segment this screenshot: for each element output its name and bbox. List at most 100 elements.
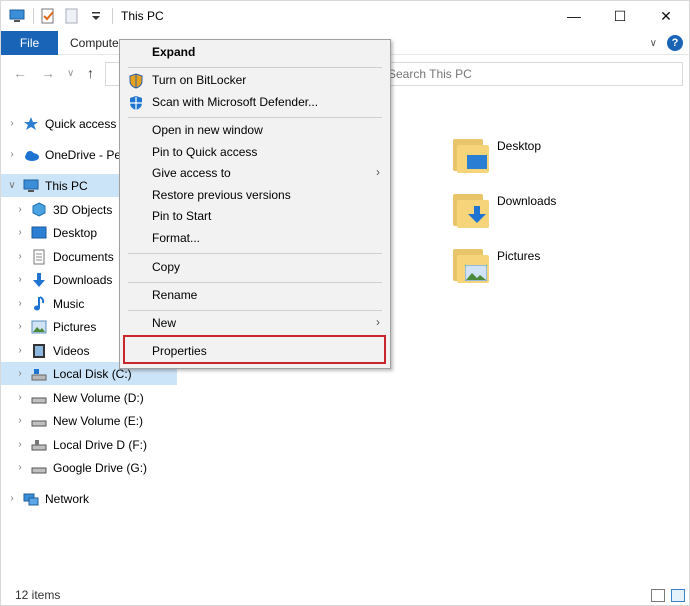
menu-item-label: Rename (152, 288, 198, 302)
menu-item-label: Pin to Quick access (152, 145, 258, 159)
nav-item-label: Desktop (53, 225, 98, 240)
chevron-right-icon[interactable]: › (15, 321, 25, 332)
nav-item-new-volume-d[interactable]: › New Volume (D:) (1, 386, 177, 409)
nav-item-label: Videos (53, 343, 90, 358)
search-input[interactable]: Search This PC (381, 62, 683, 86)
desktop-folder-icon (453, 135, 489, 173)
properties-highlight-box (123, 335, 386, 364)
status-bar: 12 items (1, 585, 689, 606)
context-menu: Expand Turn on BitLocker Scan with Micro… (119, 39, 391, 369)
chevron-right-icon[interactable]: › (7, 118, 17, 129)
folder-pictures[interactable]: Pictures (453, 245, 540, 283)
submenu-arrow-icon: › (376, 315, 380, 329)
videos-icon (31, 343, 47, 359)
menu-item-turn-on-bitlocker[interactable]: Turn on BitLocker (120, 70, 390, 91)
window-controls: — ☐ ✕ (551, 1, 689, 31)
properties-icon[interactable] (40, 8, 56, 24)
this-pc-icon (9, 8, 25, 24)
menu-item-scan-defender[interactable]: Scan with Microsoft Defender... (120, 92, 390, 113)
chevron-right-icon[interactable]: › (15, 345, 25, 356)
chevron-right-icon[interactable]: › (15, 298, 25, 309)
back-arrow-icon[interactable]: ← (13, 65, 27, 81)
quick-access-toolbar (9, 8, 119, 24)
nav-item-google-drive-g[interactable]: › Google Drive (G:) (1, 456, 177, 479)
nav-item-network[interactable]: › Network (1, 487, 177, 510)
expand-ribbon-icon[interactable]: ∨ (650, 38, 657, 49)
menu-item-new[interactable]: New › (120, 313, 390, 334)
file-tab[interactable]: File (1, 31, 58, 55)
star-icon (23, 116, 39, 132)
menu-item-label: Turn on BitLocker (152, 73, 247, 87)
menu-separator (128, 117, 382, 118)
cloud-icon (23, 147, 39, 163)
help-icon[interactable]: ? (667, 35, 683, 51)
title-bar: This PC — ☐ ✕ (1, 1, 689, 31)
menu-item-label: Open in new window (152, 123, 263, 137)
up-arrow-icon[interactable]: ↑ (87, 65, 94, 81)
menu-item-open-new-window[interactable]: Open in new window (120, 120, 390, 141)
nav-item-label: New Volume (E:) (53, 413, 144, 428)
close-button[interactable]: ✕ (643, 1, 689, 31)
menu-item-label: Scan with Microsoft Defender... (152, 95, 319, 109)
local-disk-icon (31, 366, 47, 382)
menu-item-copy[interactable]: Copy (120, 257, 390, 278)
nav-item-local-drive-f[interactable]: › Local Drive D (F:) (1, 433, 177, 456)
customize-toolbar-icon[interactable] (88, 8, 104, 24)
window-title: This PC (121, 9, 164, 23)
folder-desktop[interactable]: Desktop (453, 135, 541, 173)
nav-item-new-volume-e[interactable]: › New Volume (E:) (1, 409, 177, 432)
chevron-right-icon[interactable]: › (15, 368, 25, 379)
chevron-right-icon[interactable]: › (15, 415, 25, 426)
toolbar-separator (33, 8, 34, 24)
folder-downloads[interactable]: Downloads (453, 190, 556, 228)
cube-icon (31, 201, 47, 218)
minimize-button[interactable]: — (551, 1, 597, 31)
nav-item-label: Network (45, 491, 90, 506)
details-view-icon[interactable] (651, 589, 665, 602)
menu-item-pin-to-start[interactable]: Pin to Start (120, 206, 390, 227)
chevron-right-icon[interactable]: › (15, 274, 25, 285)
nav-item-label: Quick access (45, 116, 117, 131)
chevron-right-icon[interactable]: › (15, 227, 25, 238)
large-icons-view-icon[interactable] (671, 589, 685, 602)
computer-tab[interactable]: Computer (70, 31, 123, 55)
pictures-icon (31, 319, 47, 335)
folder-label: Pictures (497, 249, 541, 263)
ribbon-right: ∨ ? (650, 35, 683, 51)
chevron-right-icon[interactable]: › (15, 251, 25, 262)
downloads-folder-icon (453, 190, 489, 228)
menu-item-restore-previous-versions[interactable]: Restore previous versions (120, 185, 390, 206)
defender-icon (128, 95, 144, 111)
chevron-right-icon[interactable]: › (15, 204, 25, 215)
menu-item-label: Copy (152, 260, 181, 274)
nav-item-label: Music (53, 296, 85, 311)
chevron-down-icon[interactable]: ∨ (7, 180, 17, 191)
chevron-right-icon[interactable]: › (15, 462, 25, 473)
forward-arrow-icon[interactable]: → (41, 65, 55, 81)
chevron-right-icon[interactable]: › (7, 149, 17, 160)
documents-icon (31, 249, 47, 265)
chevron-right-icon[interactable]: › (7, 493, 17, 504)
pictures-folder-icon (453, 245, 489, 283)
menu-item-give-access[interactable]: Give access to › (120, 163, 390, 184)
menu-item-pin-quick-access[interactable]: Pin to Quick access (120, 142, 390, 163)
nav-item-label: Local Drive D (F:) (53, 437, 148, 452)
toolbar-separator (112, 8, 113, 24)
item-count: 12 items (15, 588, 61, 602)
music-icon (31, 295, 47, 312)
menu-item-label: Give access to (152, 166, 231, 180)
recent-locations-icon[interactable]: ∨ (67, 68, 74, 79)
file-explorer-window: This PC — ☐ ✕ File Computer ∨ ? ← → ∨ ↑ … (0, 0, 690, 606)
menu-item-expand[interactable]: Expand (120, 42, 390, 63)
nav-item-label: Pictures (53, 319, 97, 334)
new-folder-icon[interactable] (64, 8, 80, 24)
chevron-right-icon[interactable]: › (15, 392, 25, 403)
menu-item-format[interactable]: Format... (120, 228, 390, 249)
drive-icon (31, 390, 47, 406)
maximize-button[interactable]: ☐ (597, 1, 643, 31)
submenu-arrow-icon: › (376, 165, 380, 179)
menu-item-rename[interactable]: Rename (120, 285, 390, 306)
shield-icon (128, 73, 144, 89)
chevron-right-icon[interactable]: › (15, 439, 25, 450)
nav-item-label: Documents (53, 249, 114, 264)
